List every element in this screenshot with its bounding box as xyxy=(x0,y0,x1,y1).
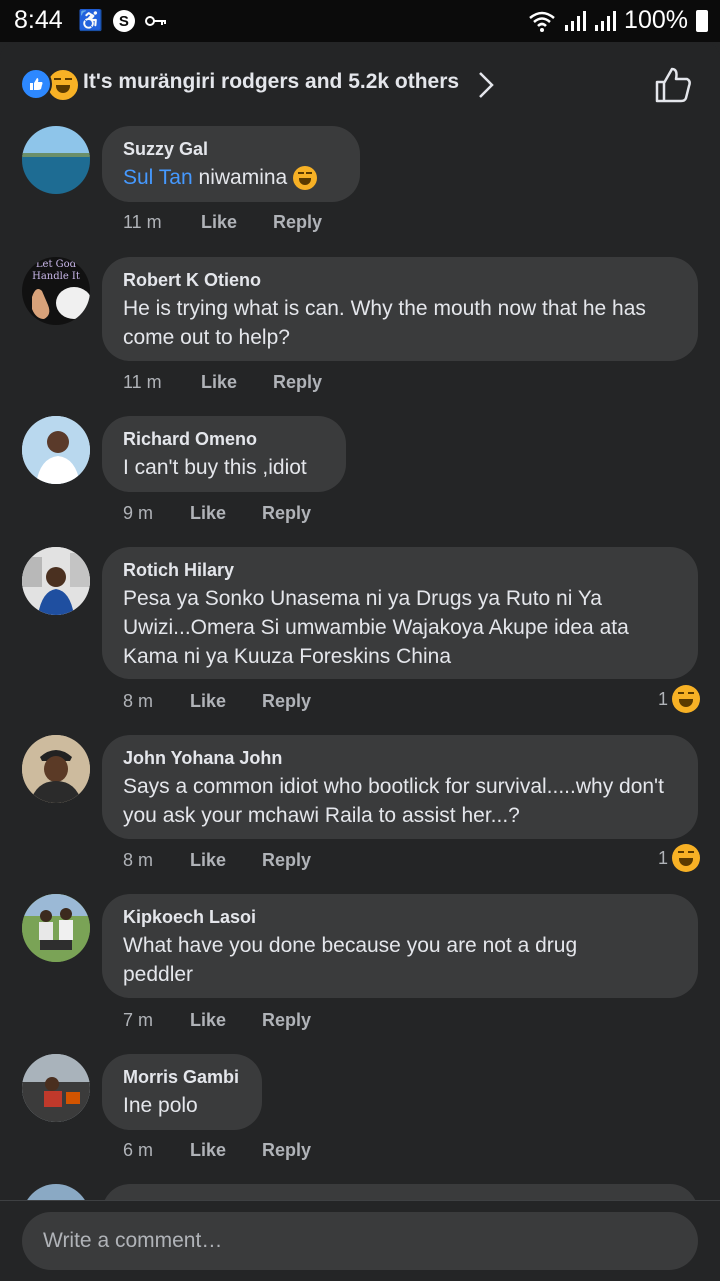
laughing-emoji-icon xyxy=(293,166,318,191)
comment-actions: 11 m Like Reply xyxy=(123,212,322,233)
comment-bubble[interactable]: John Yohana John Says a common idiot who… xyxy=(102,735,698,839)
comment-actions: 8 m Like Reply xyxy=(123,691,311,712)
comment-author[interactable]: Richard Omeno xyxy=(123,428,325,450)
reply-button[interactable]: Reply xyxy=(262,691,311,712)
like-button[interactable]: Like xyxy=(190,1010,262,1031)
reaction-count-number: 1 xyxy=(657,847,668,868)
status-bar: 8:44 ♿ S 100% xyxy=(0,0,720,42)
comment-bubble[interactable]: Richard Omeno I can't buy this ,idiot xyxy=(102,416,346,492)
reactors-summary[interactable]: It's murängiri rodgers and 5.2k others xyxy=(83,70,459,94)
avatar[interactable] xyxy=(22,547,90,615)
comment-time: 9 m xyxy=(123,503,154,523)
wifi-icon xyxy=(529,11,555,32)
avatar[interactable]: Let God Handle It xyxy=(22,257,90,325)
comment-text: Sul Tan niwamina xyxy=(123,163,339,192)
comment-text: Pesa ya Sonko Unasema ni ya Drugs ya Rut… xyxy=(123,587,629,668)
key-icon xyxy=(144,16,166,26)
like-button[interactable]: Like xyxy=(190,691,262,712)
comment-composer xyxy=(0,1200,720,1281)
reply-button[interactable]: Reply xyxy=(273,212,322,233)
comment-actions: 9 m Like Reply xyxy=(123,503,311,524)
next-comment-bubble-partial xyxy=(102,1184,698,1200)
reply-button[interactable]: Reply xyxy=(262,503,311,524)
comment-text: Says a common idiot who bootlick for sur… xyxy=(123,775,664,827)
signal-icon xyxy=(565,10,587,31)
reaction-count[interactable]: 1 xyxy=(658,685,700,713)
comment-author[interactable]: Suzzy Gal xyxy=(123,138,339,160)
like-button[interactable]: Like xyxy=(190,1140,262,1161)
comment-time: 6 m xyxy=(123,1140,154,1160)
reaction-count[interactable]: 1 xyxy=(658,844,700,872)
comment-bubble[interactable]: Morris Gambi Ine polo xyxy=(102,1054,262,1130)
like-post-button[interactable] xyxy=(654,66,692,104)
comment-actions: 6 m Like Reply xyxy=(123,1140,311,1161)
comment-time: 7 m xyxy=(123,1010,154,1030)
chevron-right-icon[interactable] xyxy=(476,70,496,100)
comment-bubble[interactable]: Suzzy Gal Sul Tan niwamina xyxy=(102,126,360,202)
comment-author[interactable]: Robert K Otieno xyxy=(123,269,677,291)
comment-text: What have you done because you are not a… xyxy=(123,934,578,986)
avatar[interactable] xyxy=(22,894,90,962)
comment-text: He is trying what is can. Why the mouth … xyxy=(123,297,646,349)
comment-actions: 11 m Like Reply xyxy=(123,372,322,393)
accessibility-icon: ♿ xyxy=(78,10,103,32)
reply-button[interactable]: Reply xyxy=(262,1010,311,1031)
next-comment-avatar-partial xyxy=(22,1184,90,1200)
comment-author[interactable]: Rotich Hilary xyxy=(123,559,677,581)
comment-body: niwamina xyxy=(198,166,288,189)
avatar[interactable] xyxy=(22,1054,90,1122)
reaction-count-number: 1 xyxy=(657,688,668,709)
comment-time: 8 m xyxy=(123,691,154,711)
battery-percent: 100% xyxy=(624,6,688,34)
notification-icons: ♿ S xyxy=(78,9,167,33)
comment-author[interactable]: John Yohana John xyxy=(123,747,677,769)
comment-bubble[interactable]: Rotich Hilary Pesa ya Sonko Unasema ni y… xyxy=(102,547,698,679)
reply-button[interactable]: Reply xyxy=(262,850,311,871)
like-button[interactable]: Like xyxy=(190,850,262,871)
avatar[interactable] xyxy=(22,735,90,803)
comment-author[interactable]: Morris Gambi xyxy=(123,1066,241,1088)
comment-author[interactable]: Kipkoech Lasoi xyxy=(123,906,677,928)
signal-icon-2 xyxy=(595,10,617,31)
comment-input[interactable] xyxy=(22,1212,698,1270)
reply-button[interactable]: Reply xyxy=(273,372,322,393)
comment-time: 11 m xyxy=(123,372,162,392)
comment-text: Ine polo xyxy=(123,1094,198,1117)
haha-reaction-icon xyxy=(672,844,700,872)
comment-bubble[interactable]: Kipkoech Lasoi What have you done becaus… xyxy=(102,894,698,998)
battery-icon xyxy=(696,9,708,32)
comment-time: 11 m xyxy=(123,212,162,232)
avatar[interactable] xyxy=(22,126,90,194)
comment-text: I can't buy this ,idiot xyxy=(123,456,307,479)
like-button[interactable]: Like xyxy=(190,503,262,524)
comment-actions: 8 m Like Reply xyxy=(123,850,311,871)
like-button[interactable]: Like xyxy=(201,372,273,393)
status-time: 8:44 xyxy=(14,6,63,34)
comment-actions: 7 m Like Reply xyxy=(123,1010,311,1031)
comment-time: 8 m xyxy=(123,850,154,870)
like-reaction-icon xyxy=(20,68,52,100)
comment-bubble[interactable]: Robert K Otieno He is trying what is can… xyxy=(102,257,698,361)
mention-link[interactable]: Sul Tan xyxy=(123,166,193,189)
haha-reaction-icon xyxy=(672,685,700,713)
like-button[interactable]: Like xyxy=(201,212,273,233)
reply-button[interactable]: Reply xyxy=(262,1140,311,1161)
skype-icon: S xyxy=(112,10,135,32)
avatar[interactable] xyxy=(22,416,90,484)
reactions-header[interactable]: It's murängiri rodgers and 5.2k others xyxy=(0,42,720,124)
